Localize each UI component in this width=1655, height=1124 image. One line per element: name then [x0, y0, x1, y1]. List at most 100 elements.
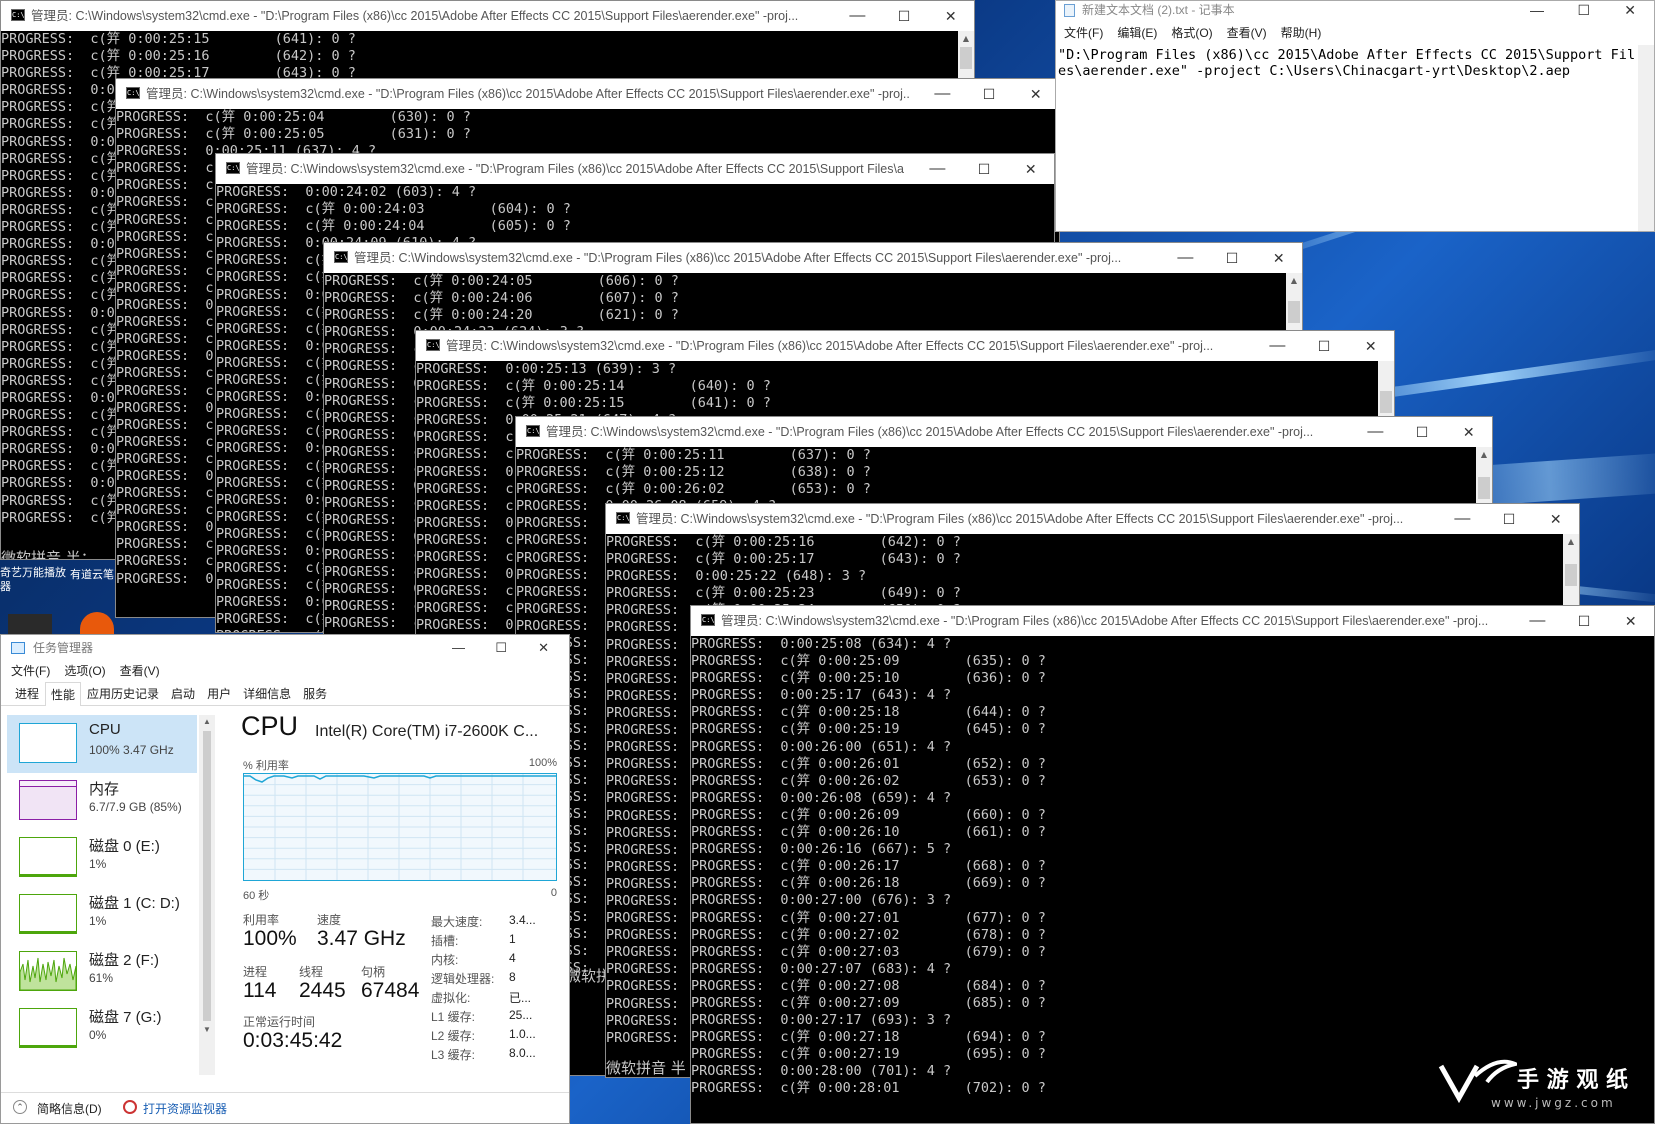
- tab-2[interactable]: 应用历史记录: [81, 681, 165, 705]
- close-button[interactable]: ✕: [1607, 606, 1654, 636]
- window-titlebar[interactable]: C:\ 管理员: C:\Windows\system32\cmd.exe - "…: [516, 417, 1492, 447]
- resource-item[interactable]: 磁盘 7 (G:) 0%: [7, 1000, 197, 1058]
- window-titlebar[interactable]: C:\ 管理员: C:\Windows\system32\cmd.exe - "…: [691, 606, 1654, 636]
- menu-item[interactable]: 帮助(H): [1281, 23, 1322, 43]
- notepad-icon: [1064, 4, 1075, 17]
- window-title: 管理员: C:\Windows\system32\cmd.exe - "D:\P…: [546, 425, 1314, 439]
- desktop-icon-label[interactable]: 有道云笔: [70, 566, 120, 582]
- tab-3[interactable]: 启动: [165, 681, 201, 705]
- minimize-button[interactable]: —: [1439, 504, 1486, 534]
- minimize-button[interactable]: —: [1514, 606, 1561, 636]
- console-output[interactable]: PROGRESS: 0:00:25:08 (634): 4 ? PROGRESS:…: [691, 636, 1654, 1123]
- maximize-button[interactable]: ☐: [1399, 417, 1446, 447]
- resource-usage: 61%: [89, 971, 114, 985]
- close-button[interactable]: ✕: [1347, 331, 1394, 361]
- close-button[interactable]: ✕: [538, 635, 549, 661]
- resource-item[interactable]: 磁盘 0 (E:) 1%: [7, 829, 197, 887]
- notepad-text[interactable]: "D:\Program Files (x86)\cc 2015\Adobe Af…: [1058, 47, 1636, 79]
- scroll-thumb[interactable]: [1478, 477, 1490, 499]
- scroll-thumb[interactable]: [203, 731, 211, 1021]
- menu-item[interactable]: 文件(F): [11, 661, 50, 681]
- desktop-app-icon[interactable]: [80, 612, 114, 634]
- window-titlebar[interactable]: C:\ 管理员: C:\Windows\system32\cmd.exe - "…: [324, 243, 1302, 273]
- window-titlebar[interactable]: 新建文本文档 (2).txt - 记事本 — ☐ ✕: [1056, 1, 1654, 23]
- tab-6[interactable]: 服务: [297, 681, 333, 705]
- uptime-label: 正常运行时间: [243, 1015, 316, 1029]
- tab-4[interactable]: 用户: [201, 681, 237, 705]
- menu-item[interactable]: 选项(O): [64, 661, 105, 681]
- menu-item[interactable]: 格式(O): [1171, 23, 1212, 43]
- scroll-down-arrow[interactable]: ▼: [199, 1023, 215, 1037]
- console-line: PROGRESS: c(笄 0:00:25:11 (637): 0 ?: [516, 447, 871, 463]
- cmd-window[interactable]: C:\ 管理员: C:\Windows\system32\cmd.exe - "…: [690, 605, 1655, 1124]
- scroll-up-arrow[interactable]: ▲: [1563, 534, 1579, 550]
- maximize-button[interactable]: ☐: [961, 154, 1008, 184]
- minimize-button[interactable]: —: [919, 79, 966, 109]
- close-button[interactable]: ✕: [927, 1, 974, 31]
- resource-item[interactable]: 内存 6.7/7.9 GB (85%): [7, 772, 197, 830]
- maximize-button[interactable]: ☐: [1301, 331, 1348, 361]
- menu-item[interactable]: 文件(F): [1064, 23, 1103, 43]
- chevron-up-icon[interactable]: ⌃: [13, 1100, 27, 1114]
- scroll-up-arrow[interactable]: ▲: [1476, 447, 1492, 463]
- scroll-thumb[interactable]: [1288, 301, 1300, 323]
- scrollbar[interactable]: ▲ ▼: [199, 715, 215, 1075]
- scroll-thumb[interactable]: [1380, 391, 1392, 413]
- window-titlebar[interactable]: C:\ 管理员: C:\Windows\system32\cmd.exe - "…: [1, 1, 974, 31]
- close-button[interactable]: ✕: [1255, 243, 1302, 273]
- window-titlebar[interactable]: C:\ 管理员: C:\Windows\system32\cmd.exe - "…: [116, 79, 1059, 109]
- resource-item[interactable]: 磁盘 1 (C: D:) 1%: [7, 886, 197, 944]
- close-button[interactable]: ✕: [1012, 79, 1059, 109]
- console-line: PROGRESS: 0:00:27:07 (683): 4 ?: [691, 960, 952, 977]
- minimize-button[interactable]: —: [1352, 417, 1399, 447]
- maximize-button[interactable]: ☐: [966, 79, 1013, 109]
- scroll-thumb[interactable]: [960, 47, 972, 69]
- close-button[interactable]: ✕: [1445, 417, 1492, 447]
- close-button[interactable]: ✕: [1532, 504, 1579, 534]
- window-titlebar[interactable]: C:\ 管理员: C:\Windows\system32\cmd.exe - "…: [606, 504, 1579, 534]
- menu-item[interactable]: 编辑(E): [1117, 23, 1157, 43]
- resource-item[interactable]: 磁盘 2 (F:) 61%: [7, 943, 197, 1001]
- minimize-button[interactable]: —: [1254, 331, 1301, 361]
- open-resource-monitor-link[interactable]: 打开资源监视器: [143, 1100, 227, 1117]
- scrollbar[interactable]: [1638, 45, 1654, 231]
- maximize-button[interactable]: ☐: [1486, 504, 1533, 534]
- maximize-button[interactable]: ☐: [1561, 606, 1608, 636]
- maximize-button[interactable]: ☐: [1577, 1, 1590, 19]
- desktop-icon-label[interactable]: 奇艺万能播放器: [0, 566, 70, 594]
- menu-item[interactable]: 查看(V): [120, 661, 160, 681]
- menu-item[interactable]: 查看(V): [1227, 23, 1267, 43]
- tab-0[interactable]: 进程: [9, 681, 45, 705]
- maximize-button[interactable]: ☐: [495, 635, 507, 661]
- desktop-app-icon[interactable]: [8, 614, 52, 634]
- cpu-details: CPU Intel(R) Core(TM) i7-2600K C... % 利用…: [233, 711, 563, 1091]
- window-titlebar[interactable]: 任务管理器 — ☐ ✕: [1, 635, 569, 661]
- scroll-up-arrow[interactable]: ▲: [1286, 273, 1302, 289]
- scroll-up-arrow[interactable]: ▲: [958, 31, 974, 47]
- window-titlebar[interactable]: C:\ 管理员: C:\Windows\system32\cmd.exe - "…: [416, 331, 1394, 361]
- maximize-button[interactable]: ☐: [881, 1, 928, 31]
- window-titlebar[interactable]: C:\ 管理员: C:\Windows\system32\cmd.exe - "…: [216, 154, 1054, 184]
- minimize-button[interactable]: —: [452, 635, 465, 661]
- task-manager-window[interactable]: 任务管理器 — ☐ ✕ 文件(F) 选项(O) 查看(V) 进程 性能 应用历史记录 启动…: [0, 634, 570, 1124]
- spec-value: 已...: [509, 991, 532, 1005]
- cmd-icon: C:\: [526, 425, 540, 437]
- resource-item[interactable]: CPU 100% 3.47 GHz: [7, 715, 197, 773]
- minimize-button[interactable]: —: [834, 1, 881, 31]
- maximize-button[interactable]: ☐: [1209, 243, 1256, 273]
- ime-status: 微软拼音 半：: [1, 549, 96, 560]
- close-button[interactable]: ✕: [1007, 154, 1054, 184]
- spec-value: 8.0...: [509, 1046, 536, 1060]
- minimize-button[interactable]: —: [1162, 243, 1209, 273]
- tab-1[interactable]: 性能: [45, 682, 82, 706]
- graph-max-label: 100%: [528, 757, 557, 769]
- scroll-thumb[interactable]: [1565, 564, 1577, 586]
- scroll-up-arrow[interactable]: ▲: [199, 715, 215, 729]
- minimize-button[interactable]: —: [914, 154, 961, 184]
- notepad-window[interactable]: 新建文本文档 (2).txt - 记事本 — ☐ ✕ 文件(F) 编辑(E) 格式(…: [1055, 0, 1655, 232]
- close-button[interactable]: ✕: [1624, 1, 1636, 19]
- fewer-details-link[interactable]: 简略信息(D): [37, 1100, 102, 1117]
- minimize-button[interactable]: —: [1530, 1, 1544, 19]
- resource-name: 磁盘 7 (G:): [89, 1009, 162, 1026]
- tab-5[interactable]: 详细信息: [237, 681, 297, 705]
